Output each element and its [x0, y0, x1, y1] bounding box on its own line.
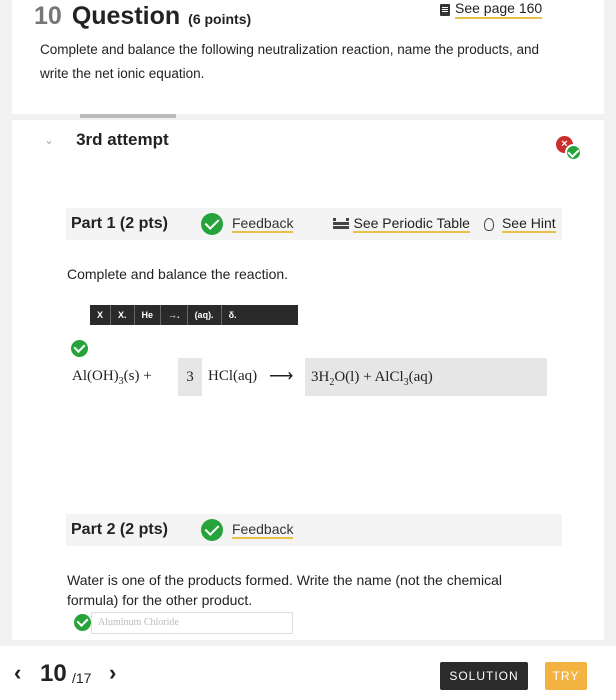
- equation-row: Al(OH)3(s) + 3 HCl(aq) ⟶ 3H2O(l) + AlCl3…: [72, 358, 548, 396]
- superscript-button[interactable]: X: [90, 305, 112, 325]
- state-button[interactable]: (aq).: [188, 305, 222, 325]
- total-questions: /17: [72, 670, 92, 686]
- periodic-table-link-group[interactable]: See Periodic Table: [333, 215, 470, 233]
- chevron-down-icon[interactable]: ⌄: [44, 133, 54, 147]
- part2-header: Part 2 (2 pts) Feedback: [66, 514, 562, 546]
- section-divider: [80, 114, 176, 118]
- question-word: Question: [71, 2, 181, 30]
- correct-icon: [565, 144, 582, 161]
- answer-input[interactable]: Aluminum Chloride: [91, 612, 293, 634]
- part1-instruction: Complete and balance the reaction.: [67, 266, 289, 282]
- question-number: 10: [34, 2, 62, 30]
- attempt-card: ⌄ 3rd attempt × Part 1 (2 pts) Feedback …: [12, 120, 604, 640]
- question-card: 10 Question (6 points) See page 160 Comp…: [12, 0, 604, 114]
- next-question-button[interactable]: ›: [109, 660, 116, 686]
- part1-correct-icon: [201, 213, 223, 235]
- question-header: 10 Question (6 points): [34, 2, 251, 31]
- lightbulb-icon: [483, 217, 494, 231]
- reactant1: Al(OH)3(s) +: [72, 368, 152, 387]
- attempt-status-icon: ×: [556, 136, 584, 162]
- part2-title: Part 2 (2 pts): [71, 521, 168, 538]
- see-page-link-group[interactable]: See page 160: [440, 0, 543, 19]
- reaction-arrow: ⟶: [269, 366, 294, 385]
- part1-header: Part 1 (2 pts) Feedback See Periodic Tab…: [66, 208, 562, 240]
- products-input[interactable]: 3H2O(l) + AlCl3(aq): [305, 358, 547, 396]
- delta-button[interactable]: δ.: [222, 305, 244, 325]
- question-points: (6 points): [188, 11, 252, 27]
- hint-link[interactable]: See Hint: [501, 215, 556, 233]
- reactant2: HCl(aq): [208, 368, 258, 384]
- prev-question-button[interactable]: ‹: [14, 660, 21, 686]
- equation-correct-icon: [71, 340, 88, 357]
- periodic-table-link[interactable]: See Periodic Table: [353, 215, 470, 233]
- arrow-button[interactable]: →.: [161, 305, 188, 325]
- coefficient-input[interactable]: 3: [178, 358, 202, 396]
- part1-title: Part 1 (2 pts): [71, 215, 168, 232]
- book-icon: [440, 3, 450, 16]
- try-button[interactable]: TRY: [545, 662, 587, 690]
- part2-feedback-link[interactable]: Feedback: [232, 521, 294, 539]
- part2-question: Water is one of the products formed. Wri…: [67, 572, 502, 608]
- question-text: Complete and balance the following neutr…: [40, 42, 540, 81]
- hint-link-group[interactable]: See Hint: [483, 215, 556, 233]
- formula-toolbar: X X. He →. (aq). δ.: [90, 305, 298, 325]
- attempt-label: 3rd attempt: [76, 130, 169, 149]
- answer-correct-icon: [74, 614, 91, 631]
- current-question-number: 10: [40, 660, 67, 687]
- subscript-button[interactable]: X.: [111, 305, 135, 325]
- periodic-table-icon: [333, 218, 350, 230]
- bottom-navigation: ‹ 10 /17 › SOLUTION TRY: [0, 646, 616, 700]
- see-page-link[interactable]: See page 160: [455, 0, 543, 19]
- part1-feedback-link[interactable]: Feedback: [232, 215, 294, 233]
- attempt-toggle[interactable]: ⌄ 3rd attempt: [44, 130, 169, 150]
- part2-correct-icon: [201, 519, 223, 541]
- solution-button[interactable]: SOLUTION: [440, 662, 528, 690]
- element-button[interactable]: He: [135, 305, 162, 325]
